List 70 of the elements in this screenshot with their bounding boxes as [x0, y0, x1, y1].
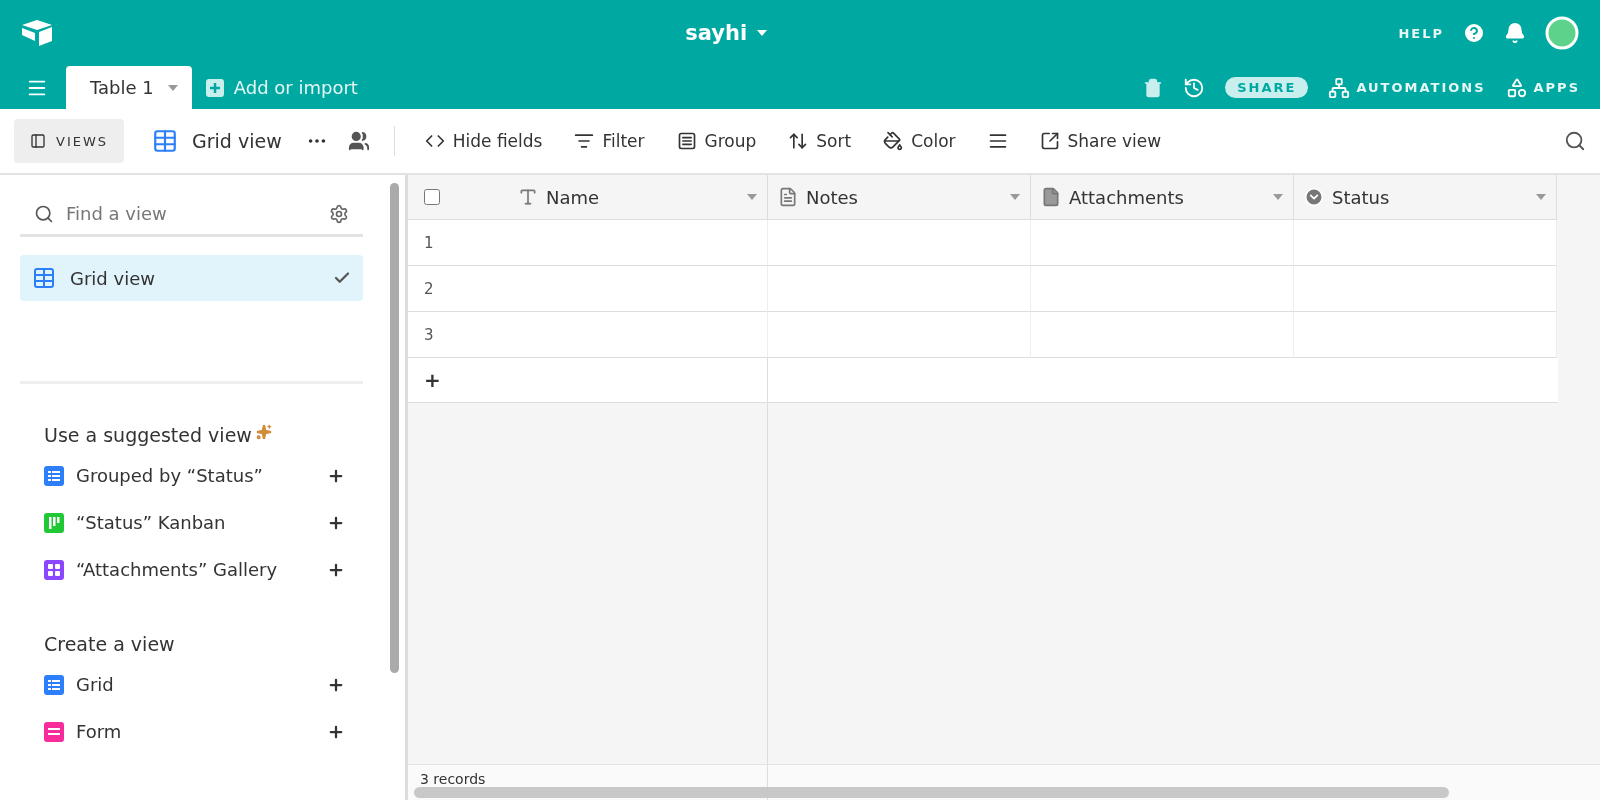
- collaborators-icon[interactable]: [347, 130, 370, 152]
- file-icon: [1041, 187, 1061, 207]
- settings-icon[interactable]: [329, 203, 349, 224]
- scrollbar[interactable]: [390, 183, 399, 673]
- table-cell[interactable]: [1294, 312, 1557, 358]
- plus-square-icon: [205, 78, 224, 97]
- caret-icon: [747, 194, 757, 200]
- automations-icon[interactable]: [1328, 76, 1351, 99]
- table-cell[interactable]: [1294, 220, 1557, 266]
- sort-button[interactable]: Sort: [776, 121, 864, 161]
- table-cell[interactable]: [768, 220, 1031, 266]
- suggested-view-item[interactable]: “Attachments” Gallery: [20, 546, 363, 593]
- table-cell[interactable]: [1031, 220, 1294, 266]
- grid-view-icon: [32, 266, 56, 290]
- horizontal-scrollbar[interactable]: [414, 787, 1449, 798]
- column-header[interactable]: Status: [1294, 175, 1557, 220]
- apps-icon[interactable]: [1505, 76, 1528, 99]
- create-view-item[interactable]: Form: [20, 708, 363, 755]
- table-cell[interactable]: [1031, 312, 1294, 358]
- table-cell[interactable]: [768, 312, 1031, 358]
- table-cell[interactable]: [1031, 266, 1294, 312]
- sidebar-icon: [30, 133, 46, 149]
- share-button[interactable]: Share view: [1027, 121, 1174, 161]
- row-height-icon: [987, 131, 1008, 151]
- search-icon[interactable]: [1564, 130, 1586, 152]
- sort-icon: [788, 131, 809, 151]
- table-cell[interactable]: [768, 266, 1031, 312]
- notification-bell-icon[interactable]: [1504, 22, 1526, 44]
- filter-icon: [574, 131, 595, 151]
- suggested-view-item[interactable]: Grouped by “Status”: [20, 452, 363, 499]
- color-button[interactable]: Color: [871, 121, 968, 161]
- select-all-checkbox[interactable]: [424, 189, 440, 205]
- add-row-button[interactable]: +: [424, 368, 441, 392]
- section-title: Create a view: [44, 633, 175, 655]
- long-text-icon: [778, 187, 798, 207]
- add-row-cell[interactable]: [768, 358, 1558, 403]
- column-header[interactable]: Notes: [768, 175, 1031, 220]
- view-list-item[interactable]: Grid view: [20, 255, 363, 301]
- filter-button[interactable]: Filter: [562, 121, 657, 161]
- trash-icon[interactable]: [1143, 77, 1164, 98]
- row-number: 2: [424, 279, 434, 298]
- sparkle-icon: [255, 424, 272, 440]
- section-title: Use a suggested view: [44, 424, 252, 446]
- column-header[interactable]: Attachments: [1031, 175, 1294, 220]
- paint-bucket-icon: [883, 131, 904, 151]
- suggested-view-item[interactable]: “Status” Kanban: [20, 499, 363, 546]
- search-icon: [34, 203, 54, 224]
- logo-icon[interactable]: [20, 19, 54, 47]
- row-number: 3: [424, 325, 434, 344]
- group-button[interactable]: Group: [664, 121, 769, 161]
- grid-view-icon: [152, 128, 179, 154]
- external-link-icon: [1039, 131, 1060, 151]
- view-name[interactable]: Grid view: [192, 130, 282, 152]
- hide-button[interactable]: Hide fields: [412, 121, 555, 161]
- caret-icon: [167, 84, 178, 91]
- avatar-icon[interactable]: [1544, 15, 1580, 51]
- help-icon[interactable]: [1462, 21, 1486, 45]
- caret-icon: [1536, 194, 1546, 200]
- views-button[interactable]: VIEWS: [14, 119, 125, 163]
- row-number: 1: [424, 233, 434, 252]
- text-field-icon: [518, 187, 538, 207]
- caret-icon: [1010, 194, 1020, 200]
- list-icon: [676, 131, 697, 151]
- dropdown-icon: [1304, 187, 1324, 207]
- table-tab[interactable]: Table 1: [66, 66, 192, 109]
- history-icon[interactable]: [1183, 76, 1206, 99]
- caret-icon: [757, 30, 768, 36]
- create-view-item[interactable]: Grid: [20, 661, 363, 708]
- caret-icon: [1273, 194, 1283, 200]
- table-cell[interactable]: [1294, 266, 1557, 312]
